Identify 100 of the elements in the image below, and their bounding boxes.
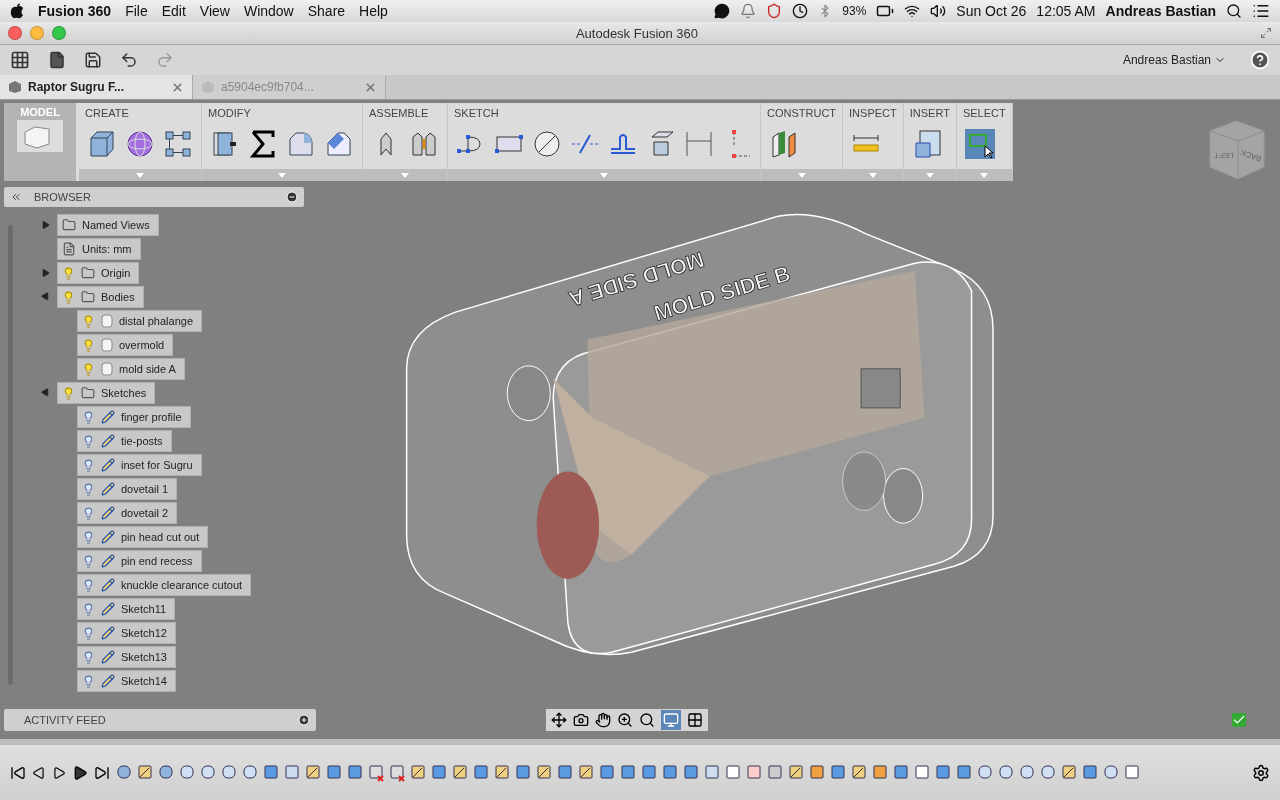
lightbulb-icon[interactable] — [82, 650, 95, 664]
user-menu[interactable]: Andreas Bastian — [1116, 52, 1232, 68]
collapse-panel-icon[interactable] — [10, 191, 22, 203]
mold-model-drawing[interactable] — [405, 213, 994, 656]
box-icon[interactable] — [431, 763, 447, 782]
browser-item[interactable]: Sketches — [57, 382, 156, 404]
box-icon[interactable] — [1082, 763, 1098, 782]
lightbulb-icon[interactable] — [82, 434, 95, 448]
menu-item[interactable]: File — [125, 3, 148, 19]
sketch-icon[interactable] — [494, 763, 510, 782]
sketch-icon[interactable] — [452, 763, 468, 782]
sketch-icon[interactable] — [578, 763, 594, 782]
clock-icon[interactable] — [792, 3, 809, 19]
close-icon[interactable] — [171, 80, 184, 94]
zoom-icon[interactable] — [617, 712, 633, 728]
box-icon[interactable] — [683, 763, 699, 782]
lightbulb-icon[interactable] — [62, 290, 75, 304]
clock-text[interactable]: 12:05 AM — [1036, 3, 1096, 19]
orbit-icon[interactable] — [551, 712, 567, 728]
browser-item[interactable]: pin head cut out — [77, 526, 209, 548]
help-tip-icon[interactable] — [1232, 713, 1246, 727]
display-icon[interactable] — [663, 712, 679, 728]
lightbulb-icon[interactable] — [82, 314, 95, 328]
fit-icon[interactable] — [639, 712, 655, 728]
sketch-icon[interactable] — [851, 763, 867, 782]
fullscreen-icon[interactable] — [1260, 27, 1272, 39]
apple-icon[interactable] — [10, 3, 24, 19]
close-button[interactable] — [8, 26, 22, 40]
grid-icon[interactable] — [10, 50, 30, 70]
save-icon[interactable] — [84, 51, 102, 69]
help-icon[interactable] — [1250, 50, 1270, 70]
box-icon[interactable] — [557, 763, 573, 782]
cylinder-icon[interactable] — [116, 763, 132, 782]
wifi-icon[interactable] — [904, 3, 921, 19]
lightbulb-icon[interactable] — [82, 482, 95, 496]
browser-item[interactable]: pin end recess — [77, 550, 202, 572]
lightbulb-icon[interactable] — [82, 530, 95, 544]
box-icon[interactable] — [641, 763, 657, 782]
camera-icon[interactable] — [573, 712, 589, 728]
lightbulb-icon[interactable] — [82, 674, 95, 688]
box-icon[interactable] — [326, 763, 342, 782]
box-icon[interactable] — [515, 763, 531, 782]
sketch-icon[interactable] — [137, 763, 153, 782]
browser-item[interactable]: Named Views — [57, 214, 159, 236]
shield-icon[interactable] — [766, 3, 783, 19]
sketch-icon[interactable] — [788, 763, 804, 782]
plane-icon[interactable] — [769, 129, 799, 159]
sketch-icon[interactable] — [536, 763, 552, 782]
expand-arrow-icon[interactable] — [42, 269, 50, 277]
user-name[interactable]: Andreas Bastian — [1105, 3, 1216, 19]
menu-item[interactable]: Edit — [161, 3, 186, 19]
browser-item[interactable]: dovetail 2 — [77, 502, 178, 524]
sketch-icon[interactable] — [410, 763, 426, 782]
browser-item[interactable]: finger profile — [77, 406, 191, 428]
chat-bubble-icon[interactable] — [714, 3, 731, 19]
undo-icon[interactable] — [120, 51, 138, 69]
activity-feed-bar[interactable]: ACTIVITY FEED — [4, 709, 316, 731]
lightbulb-icon[interactable] — [82, 410, 95, 424]
menu-item[interactable]: View — [199, 3, 230, 19]
search-icon[interactable] — [1226, 3, 1242, 19]
document-tab[interactable]: Raptor Sugru F... — [0, 75, 193, 99]
skip-to-end-icon[interactable] — [94, 764, 110, 781]
box-icon[interactable] — [893, 763, 909, 782]
lightbulb-icon[interactable] — [82, 362, 95, 376]
lightbulb-icon[interactable] — [82, 458, 95, 472]
box-icon[interactable] — [599, 763, 615, 782]
cut-icon[interactable] — [368, 763, 384, 782]
browser-item[interactable]: Units: mm — [57, 238, 141, 260]
expand-arrow-icon[interactable] — [42, 221, 50, 229]
box-icon[interactable] — [263, 763, 279, 782]
lightbulb-icon[interactable] — [82, 626, 95, 640]
sphere-icon[interactable] — [125, 129, 155, 159]
lightbulb-icon[interactable] — [82, 554, 95, 568]
sketch-icon[interactable] — [1061, 763, 1077, 782]
box-icon[interactable] — [473, 763, 489, 782]
browser-item[interactable]: Sketch12 — [77, 622, 176, 644]
browser-item[interactable]: Sketch11 — [77, 598, 176, 620]
browser-item[interactable]: knuckle clearance cutout — [77, 574, 252, 596]
minus-icon[interactable] — [286, 191, 298, 203]
date-text[interactable]: Sun Oct 26 — [956, 3, 1027, 19]
browser-item[interactable]: dovetail 1 — [77, 478, 178, 500]
app-menu[interactable]: Fusion 360 — [38, 3, 112, 19]
pattern-icon[interactable] — [163, 129, 193, 159]
list-icon[interactable] — [1252, 2, 1270, 20]
box-icon[interactable] — [956, 763, 972, 782]
browser-item[interactable]: overmold — [77, 334, 174, 356]
browser-item[interactable]: tie-posts — [77, 430, 172, 452]
circle-icon[interactable] — [532, 129, 562, 159]
menu-item[interactable]: Window — [243, 3, 294, 19]
browser-item[interactable]: Sketch14 — [77, 670, 176, 692]
settings-icon[interactable] — [1252, 763, 1270, 782]
grid-icon[interactable] — [687, 712, 703, 728]
lightbulb-icon[interactable] — [82, 578, 95, 592]
browser-item[interactable]: inset for Sugru — [77, 454, 202, 476]
browser-item[interactable]: Sketch13 — [77, 646, 176, 668]
play-icon[interactable] — [72, 764, 88, 781]
menu-item[interactable]: Share — [307, 3, 346, 19]
skip-to-start-icon[interactable] — [10, 764, 26, 781]
speaker-icon[interactable] — [930, 3, 947, 19]
box-icon[interactable] — [935, 763, 951, 782]
